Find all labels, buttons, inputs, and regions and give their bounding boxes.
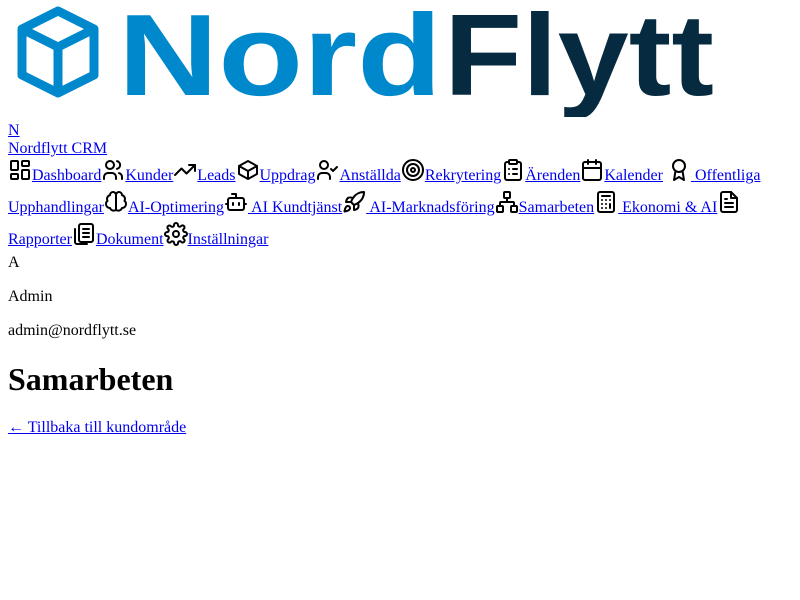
nav-installningar[interactable]: Inställningar <box>163 222 269 248</box>
award-icon <box>667 158 691 182</box>
avatar: A <box>8 254 20 271</box>
user-check-icon <box>315 158 339 182</box>
user-panel: A Admin admin@nordflytt.se <box>8 254 792 340</box>
brand-initial-link[interactable]: N <box>8 122 792 140</box>
nav-anstallda[interactable]: Anställda <box>315 160 401 184</box>
nav-ai-kundtjanst[interactable]: AI Kundtjänst <box>224 193 343 216</box>
brand-links: N Nordflytt CRM <box>8 122 792 158</box>
nav-label: Leads <box>197 167 236 184</box>
nav-label: Ärenden <box>525 167 581 184</box>
brain-icon <box>104 190 128 214</box>
nav-ai-marknadsforing[interactable]: AI-Marknadsföring <box>342 190 495 216</box>
nordflytt-logo: Nord Flytt <box>17 5 714 117</box>
settings-icon <box>163 222 188 246</box>
nav-label: AI-Optimering <box>127 199 224 216</box>
files-icon <box>72 222 96 246</box>
nav-label: Kalender <box>604 167 663 184</box>
clipboard-list-icon <box>501 158 525 182</box>
nav-dashboard[interactable]: Dashboard <box>8 160 102 184</box>
nav-label: Rapporter <box>8 231 72 248</box>
nav-ekonomi-ai[interactable]: Ekonomi & AI <box>594 191 718 216</box>
nav-label: Rekrytering <box>424 167 502 184</box>
nav-label: Uppdrag <box>259 167 316 184</box>
brand-name-link[interactable]: Nordflytt CRM <box>8 140 792 158</box>
nav-label: AI Kundtjänst <box>251 199 343 216</box>
page-title: Samarbeten <box>8 361 174 397</box>
file-text-icon <box>717 190 741 214</box>
back-to-customer-area-link[interactable]: ← Tillbaka till kundområde <box>8 419 186 436</box>
nav-label: Dashboard <box>32 167 102 184</box>
nav-leads[interactable]: Leads <box>173 164 236 184</box>
users-icon <box>101 158 125 182</box>
nav-label: Samarbeten <box>518 199 595 216</box>
layout-dashboard-icon <box>8 158 32 182</box>
nav-label: Ekonomi & AI <box>622 199 718 216</box>
calendar-icon <box>580 158 604 182</box>
network-icon <box>495 190 519 214</box>
package-icon <box>236 158 260 182</box>
nav-kunder[interactable]: Kunder <box>101 160 174 184</box>
nav-ai-optimering[interactable]: AI-Optimering <box>104 191 224 216</box>
user-name: Admin <box>8 288 53 305</box>
page: Nord Flytt N Nordflytt CRM Dashboard Kund… <box>0 0 800 437</box>
user-email: admin@nordflytt.se <box>8 322 137 339</box>
nav-kalender[interactable]: Kalender <box>580 159 663 184</box>
nav-label: AI-Marknadsföring <box>369 199 495 216</box>
nav-label: Anställda <box>339 167 401 184</box>
nav-rekrytering[interactable]: Rekrytering <box>401 159 502 184</box>
nav-arenden[interactable]: Ärenden <box>501 159 581 184</box>
nav-dokument[interactable]: Dokument <box>72 223 164 248</box>
target-icon <box>401 158 425 182</box>
logo-word-nord: Nord <box>118 5 442 117</box>
nav-samarbeten[interactable]: Samarbeten <box>495 191 595 216</box>
calculator-icon <box>594 190 618 214</box>
nav-label: Inställningar <box>187 231 269 248</box>
trending-up-icon <box>173 158 197 182</box>
nav-label: Dokument <box>95 231 164 248</box>
logo-header: Nord Flytt <box>8 0 792 122</box>
rocket-icon <box>342 190 366 214</box>
main-nav: Dashboard Kunder Leads Uppdrag Anställda Rekr… <box>8 158 792 254</box>
nav-label: Kunder <box>125 167 174 184</box>
logo-word-flytt: Flytt <box>444 5 714 117</box>
nav-uppdrag[interactable]: Uppdrag <box>236 160 316 184</box>
bot-icon <box>224 190 248 214</box>
box-logo-icon <box>17 6 99 98</box>
